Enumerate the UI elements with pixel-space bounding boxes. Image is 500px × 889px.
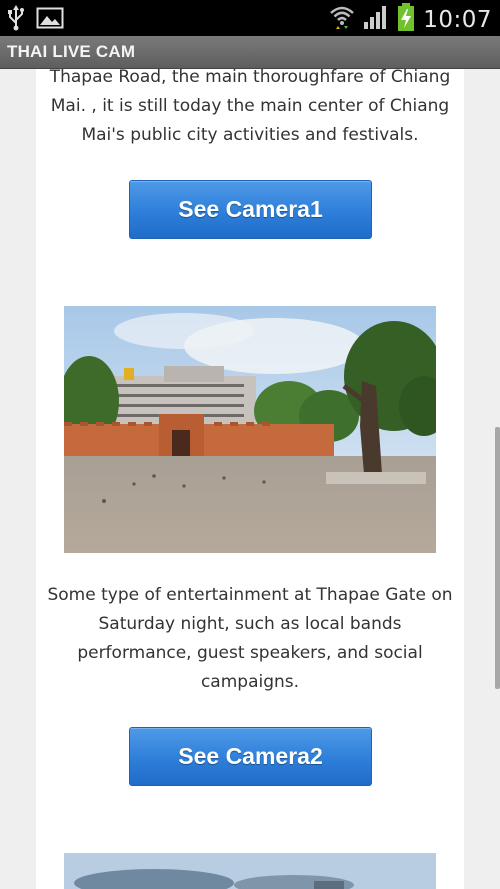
app-title: THAI LIVE CAM — [7, 42, 136, 61]
see-camera1-button[interactable]: See Camera1 — [129, 180, 372, 239]
status-time: 10:07 — [423, 6, 492, 33]
see-camera2-button[interactable]: See Camera2 — [129, 727, 372, 786]
signal-icon — [363, 4, 389, 35]
camera1-description: Thapae Road, the main thoroughfare of Ch… — [49, 69, 451, 145]
notification-icons — [6, 4, 64, 37]
usb-icon — [6, 4, 26, 37]
camera-list: Thapae Road, the main thoroughfare of Ch… — [36, 69, 464, 889]
gallery-icon — [36, 6, 64, 35]
scrollbar[interactable] — [495, 427, 500, 689]
battery-charging-icon — [397, 2, 415, 37]
action-bar: THAI LIVE CAM — [0, 36, 500, 69]
camera2-description: Some type of entertainment at Thapae Gat… — [47, 585, 453, 692]
camera3-photo — [64, 853, 436, 889]
wifi-icon — [329, 3, 355, 36]
content-scroll[interactable]: Thapae Road, the main thoroughfare of Ch… — [0, 69, 500, 889]
thapae-gate-photo — [64, 306, 436, 553]
status-bar: 10:07 — [0, 0, 500, 36]
